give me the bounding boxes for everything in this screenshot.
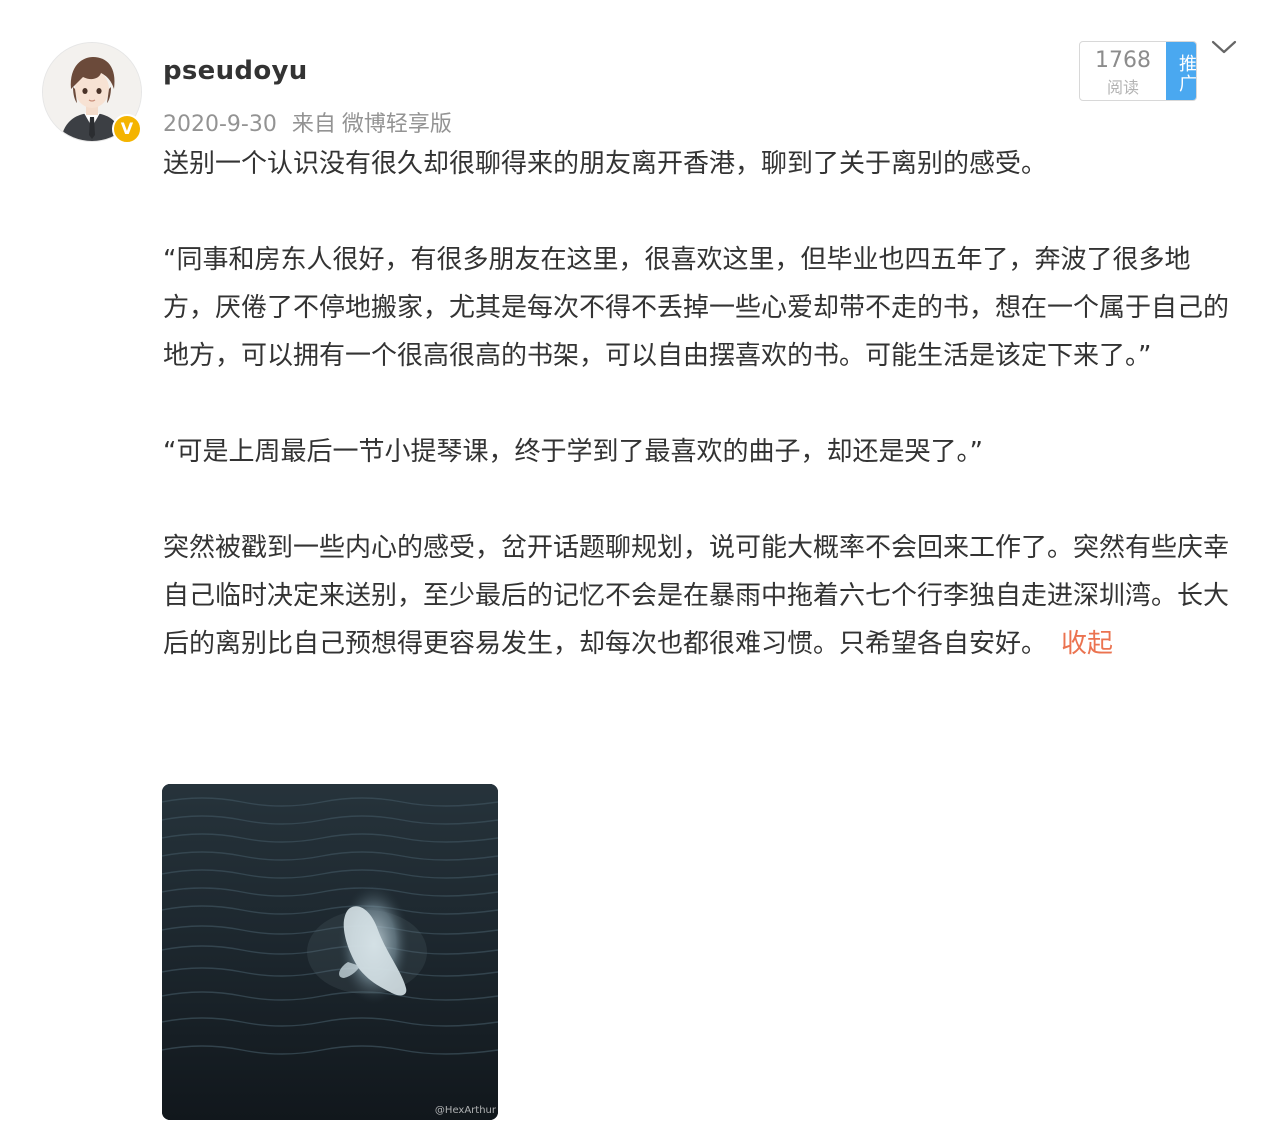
post-content: 送别一个认识没有很久却很聊得来的朋友离开香港，聊到了关于离别的感受。 “同事和房…: [163, 140, 1237, 668]
post-source-prefix: 来自: [291, 112, 336, 137]
post-date[interactable]: 2020-9-30: [163, 112, 277, 137]
verified-badge: V: [112, 114, 142, 144]
chevron-down-icon: [1211, 40, 1237, 54]
read-count: 1768: [1095, 48, 1151, 73]
weibo-post-card: V pseudoyu 2020-9-30 来自 微博轻享版 1768 阅读 推广 …: [0, 0, 1276, 1136]
promote-button[interactable]: 推广: [1166, 42, 1196, 100]
more-options-button[interactable]: [1210, 36, 1238, 60]
image-watermark: @HexArthur: [434, 1105, 496, 1116]
post-paragraph: “可是上周最后一节小提琴课，终于学到了最喜欢的曲子，却还是哭了。”: [163, 437, 983, 467]
beluga-water-photo: [162, 784, 498, 1120]
post-paragraph-last: 突然被戳到一些内心的感受，岔开话题聊规划，说可能大概率不会回来工作了。突然有些庆…: [163, 524, 1237, 668]
post-paragraph: 送别一个认识没有很久却很聊得来的朋友离开香港，聊到了关于离别的感受。: [163, 149, 1048, 179]
post-meta: 2020-9-30 来自 微博轻享版: [163, 106, 460, 138]
post-image[interactable]: @HexArthur: [162, 784, 498, 1120]
read-label: 阅读: [1106, 78, 1139, 97]
collapse-link[interactable]: 收起: [1061, 629, 1113, 659]
username[interactable]: pseudoyu: [163, 56, 308, 86]
read-count-box: 1768 阅读 推广: [1079, 41, 1197, 101]
post-paragraph: “同事和房东人很好，有很多朋友在这里，很喜欢这里，但毕业也四五年了，奔波了很多地…: [163, 245, 1230, 371]
post-source[interactable]: 微博轻享版: [342, 112, 452, 137]
